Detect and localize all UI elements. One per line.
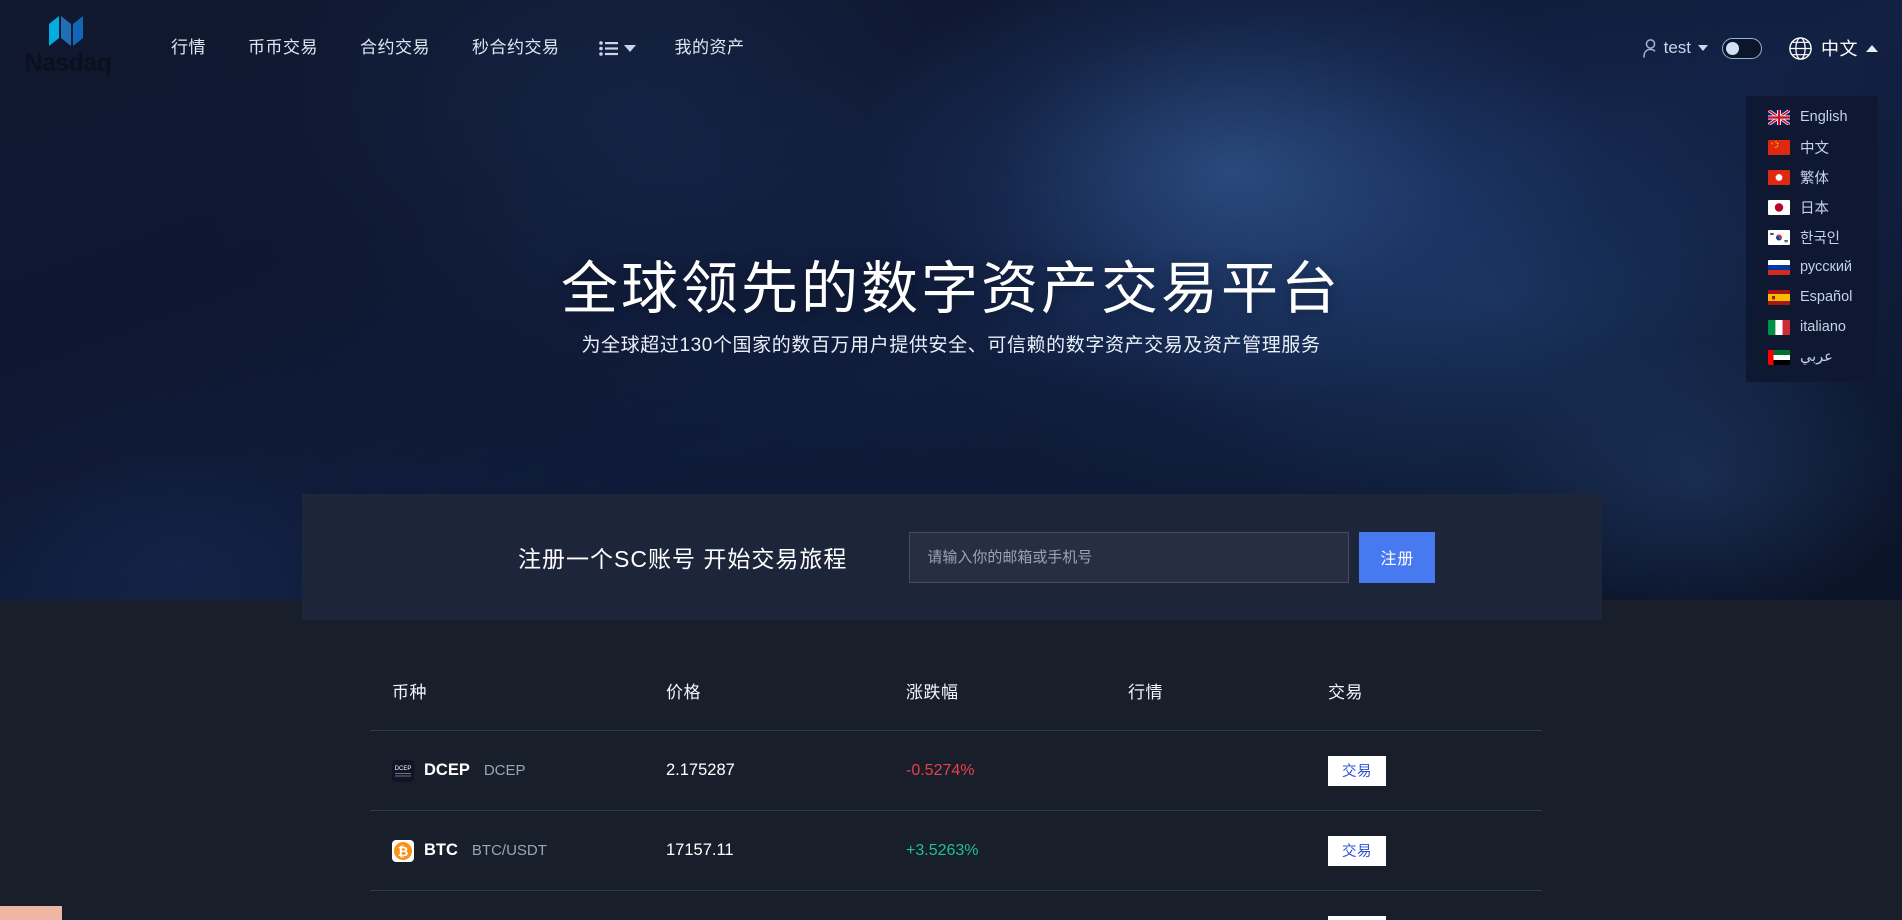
table-header-row: 币种 价格 涨跌幅 行情 交易 [370, 650, 1542, 730]
flag-italy [1768, 319, 1790, 335]
coin-symbol: DCEP [424, 761, 470, 779]
language-selector[interactable]: 中文 [1788, 35, 1878, 61]
flag-hongkong [1768, 169, 1790, 185]
lang-label: italiano [1800, 319, 1846, 335]
cta-title: 注册一个SC账号 开始交易旅程 [518, 546, 848, 572]
nav-more-menu[interactable] [581, 0, 654, 96]
coin-symbol: BTC [424, 841, 458, 859]
lang-option-russian[interactable]: русский [1746, 252, 1878, 282]
signup-register-button[interactable]: 注册 [1359, 531, 1436, 583]
column-header-change: 涨跌幅 [906, 682, 959, 702]
flag-japan [1768, 199, 1790, 215]
lang-option-italian[interactable]: italiano [1746, 312, 1878, 342]
lang-label: English [1800, 109, 1848, 125]
page-root: Nasdaq 行情 币币交易 合约交易 秒合约交易 我的资产 test 中文 E… [0, 0, 1902, 920]
table-row[interactable]: 交易 [370, 890, 1542, 920]
chevron-down-icon [623, 44, 636, 52]
flag-uk [1768, 109, 1790, 125]
column-header-chart: 行情 [1128, 682, 1163, 702]
flag-china [1768, 139, 1790, 155]
svg-text:₿: ₿ [398, 844, 409, 859]
person-icon [1642, 38, 1655, 58]
svg-text:DCEP: DCEP [395, 766, 412, 772]
btc-coin-icon: ₿ [392, 839, 414, 862]
flag-uae [1768, 349, 1790, 365]
column-header-price: 价格 [666, 682, 701, 702]
header-right-cluster: test 中文 English 中文 繁体 日本 한국인 русский Esp… [1642, 0, 1878, 382]
hero-title: 全球领先的数字资产交易平台 [561, 257, 1341, 321]
theme-toggle[interactable] [1722, 37, 1762, 59]
table-row[interactable]: DCEP DCEP DCEP 2.175287 -0.5274% 交易 [370, 730, 1542, 810]
dcep-coin-icon: DCEP [392, 759, 414, 782]
list-menu-icon [598, 40, 618, 56]
globe-icon [1789, 36, 1812, 60]
chevron-down-icon [1698, 45, 1708, 51]
nasdaq-logo[interactable]: Nasdaq [22, 12, 114, 84]
trade-cell: 交易 [1328, 915, 1518, 920]
lang-label: русский [1800, 259, 1853, 275]
trade-cell: 交易 [1328, 755, 1518, 786]
trade-button[interactable]: 交易 [1328, 835, 1386, 866]
trade-button[interactable]: 交易 [1328, 755, 1386, 786]
nav-item-seconds-contract[interactable]: 秒合约交易 [451, 0, 581, 96]
lang-label: عربي [1800, 349, 1833, 365]
nav-item-contract-trade[interactable]: 合约交易 [339, 0, 451, 96]
nav-item-spot-trade[interactable]: 币币交易 [227, 0, 339, 96]
logo-text: Nasdaq [24, 49, 112, 77]
coin-change: -0.5274% [906, 761, 975, 779]
coin-price: 17157.11 [666, 841, 734, 859]
lang-option-spanish[interactable]: Español [1746, 282, 1878, 312]
lang-option-chinese[interactable]: 中文 [1746, 132, 1878, 162]
main-nav: 行情 币币交易 合约交易 秒合约交易 我的资产 [150, 0, 766, 96]
signup-cta-panel: 注册一个SC账号 开始交易旅程 注册 [302, 494, 1602, 620]
support-widget-handle[interactable] [0, 906, 62, 920]
toggle-knob [1726, 41, 1739, 55]
lang-label: 한국인 [1800, 230, 1841, 247]
flag-russia [1768, 259, 1790, 275]
lang-option-traditional-chinese[interactable]: 繁体 [1746, 162, 1878, 192]
coin-pair: BTC/USDT [471, 842, 547, 859]
flag-korea [1768, 229, 1790, 245]
hero-subtitle: 为全球超过130个国家的数百万用户提供安全、可信赖的数字资产交易及资产管理服务 [581, 335, 1321, 356]
flag-spain [1768, 289, 1790, 305]
lang-option-arabic[interactable]: عربي [1746, 342, 1878, 372]
nasdaq-n-icon [49, 16, 83, 46]
user-name-label: test [1663, 38, 1691, 57]
lang-label: Español [1800, 289, 1853, 305]
lang-option-korean[interactable]: 한국인 [1746, 222, 1878, 252]
trade-button[interactable]: 交易 [1328, 915, 1386, 920]
language-dropdown: English 中文 繁体 日本 한국인 русский Español ita… [1746, 96, 1878, 382]
user-menu[interactable]: test [1642, 38, 1708, 58]
lang-label: 繁体 [1800, 170, 1829, 187]
site-header: Nasdaq 行情 币币交易 合约交易 秒合约交易 我的资产 test 中文 E… [0, 0, 1902, 382]
coin-cell: ₿ BTC BTC/USDT [370, 839, 666, 862]
nav-item-markets[interactable]: 行情 [150, 0, 227, 96]
column-header-trade: 交易 [1328, 682, 1363, 702]
column-header-coin: 币种 [392, 682, 427, 702]
trade-cell: 交易 [1328, 835, 1518, 866]
lang-option-japanese[interactable]: 日本 [1746, 192, 1878, 222]
nav-item-my-assets[interactable]: 我的资产 [654, 0, 766, 96]
lang-label: 中文 [1800, 140, 1829, 157]
coin-pair: DCEP [483, 762, 526, 779]
chevron-up-icon [1866, 44, 1878, 52]
coin-price: 2.175287 [666, 761, 735, 779]
coin-change: +3.5263% [906, 841, 979, 859]
signup-email-input[interactable] [909, 531, 1350, 583]
lang-label: 日本 [1800, 200, 1829, 217]
language-label: 中文 [1821, 39, 1858, 59]
coin-cell: DCEP DCEP DCEP [370, 759, 666, 782]
table-row[interactable]: ₿ BTC BTC/USDT 17157.11 +3.5263% 交易 [370, 810, 1542, 890]
lang-option-english[interactable]: English [1746, 102, 1878, 132]
market-table: 币种 价格 涨跌幅 行情 交易 DCEP DCEP DCEP 2.175287 … [370, 650, 1542, 920]
